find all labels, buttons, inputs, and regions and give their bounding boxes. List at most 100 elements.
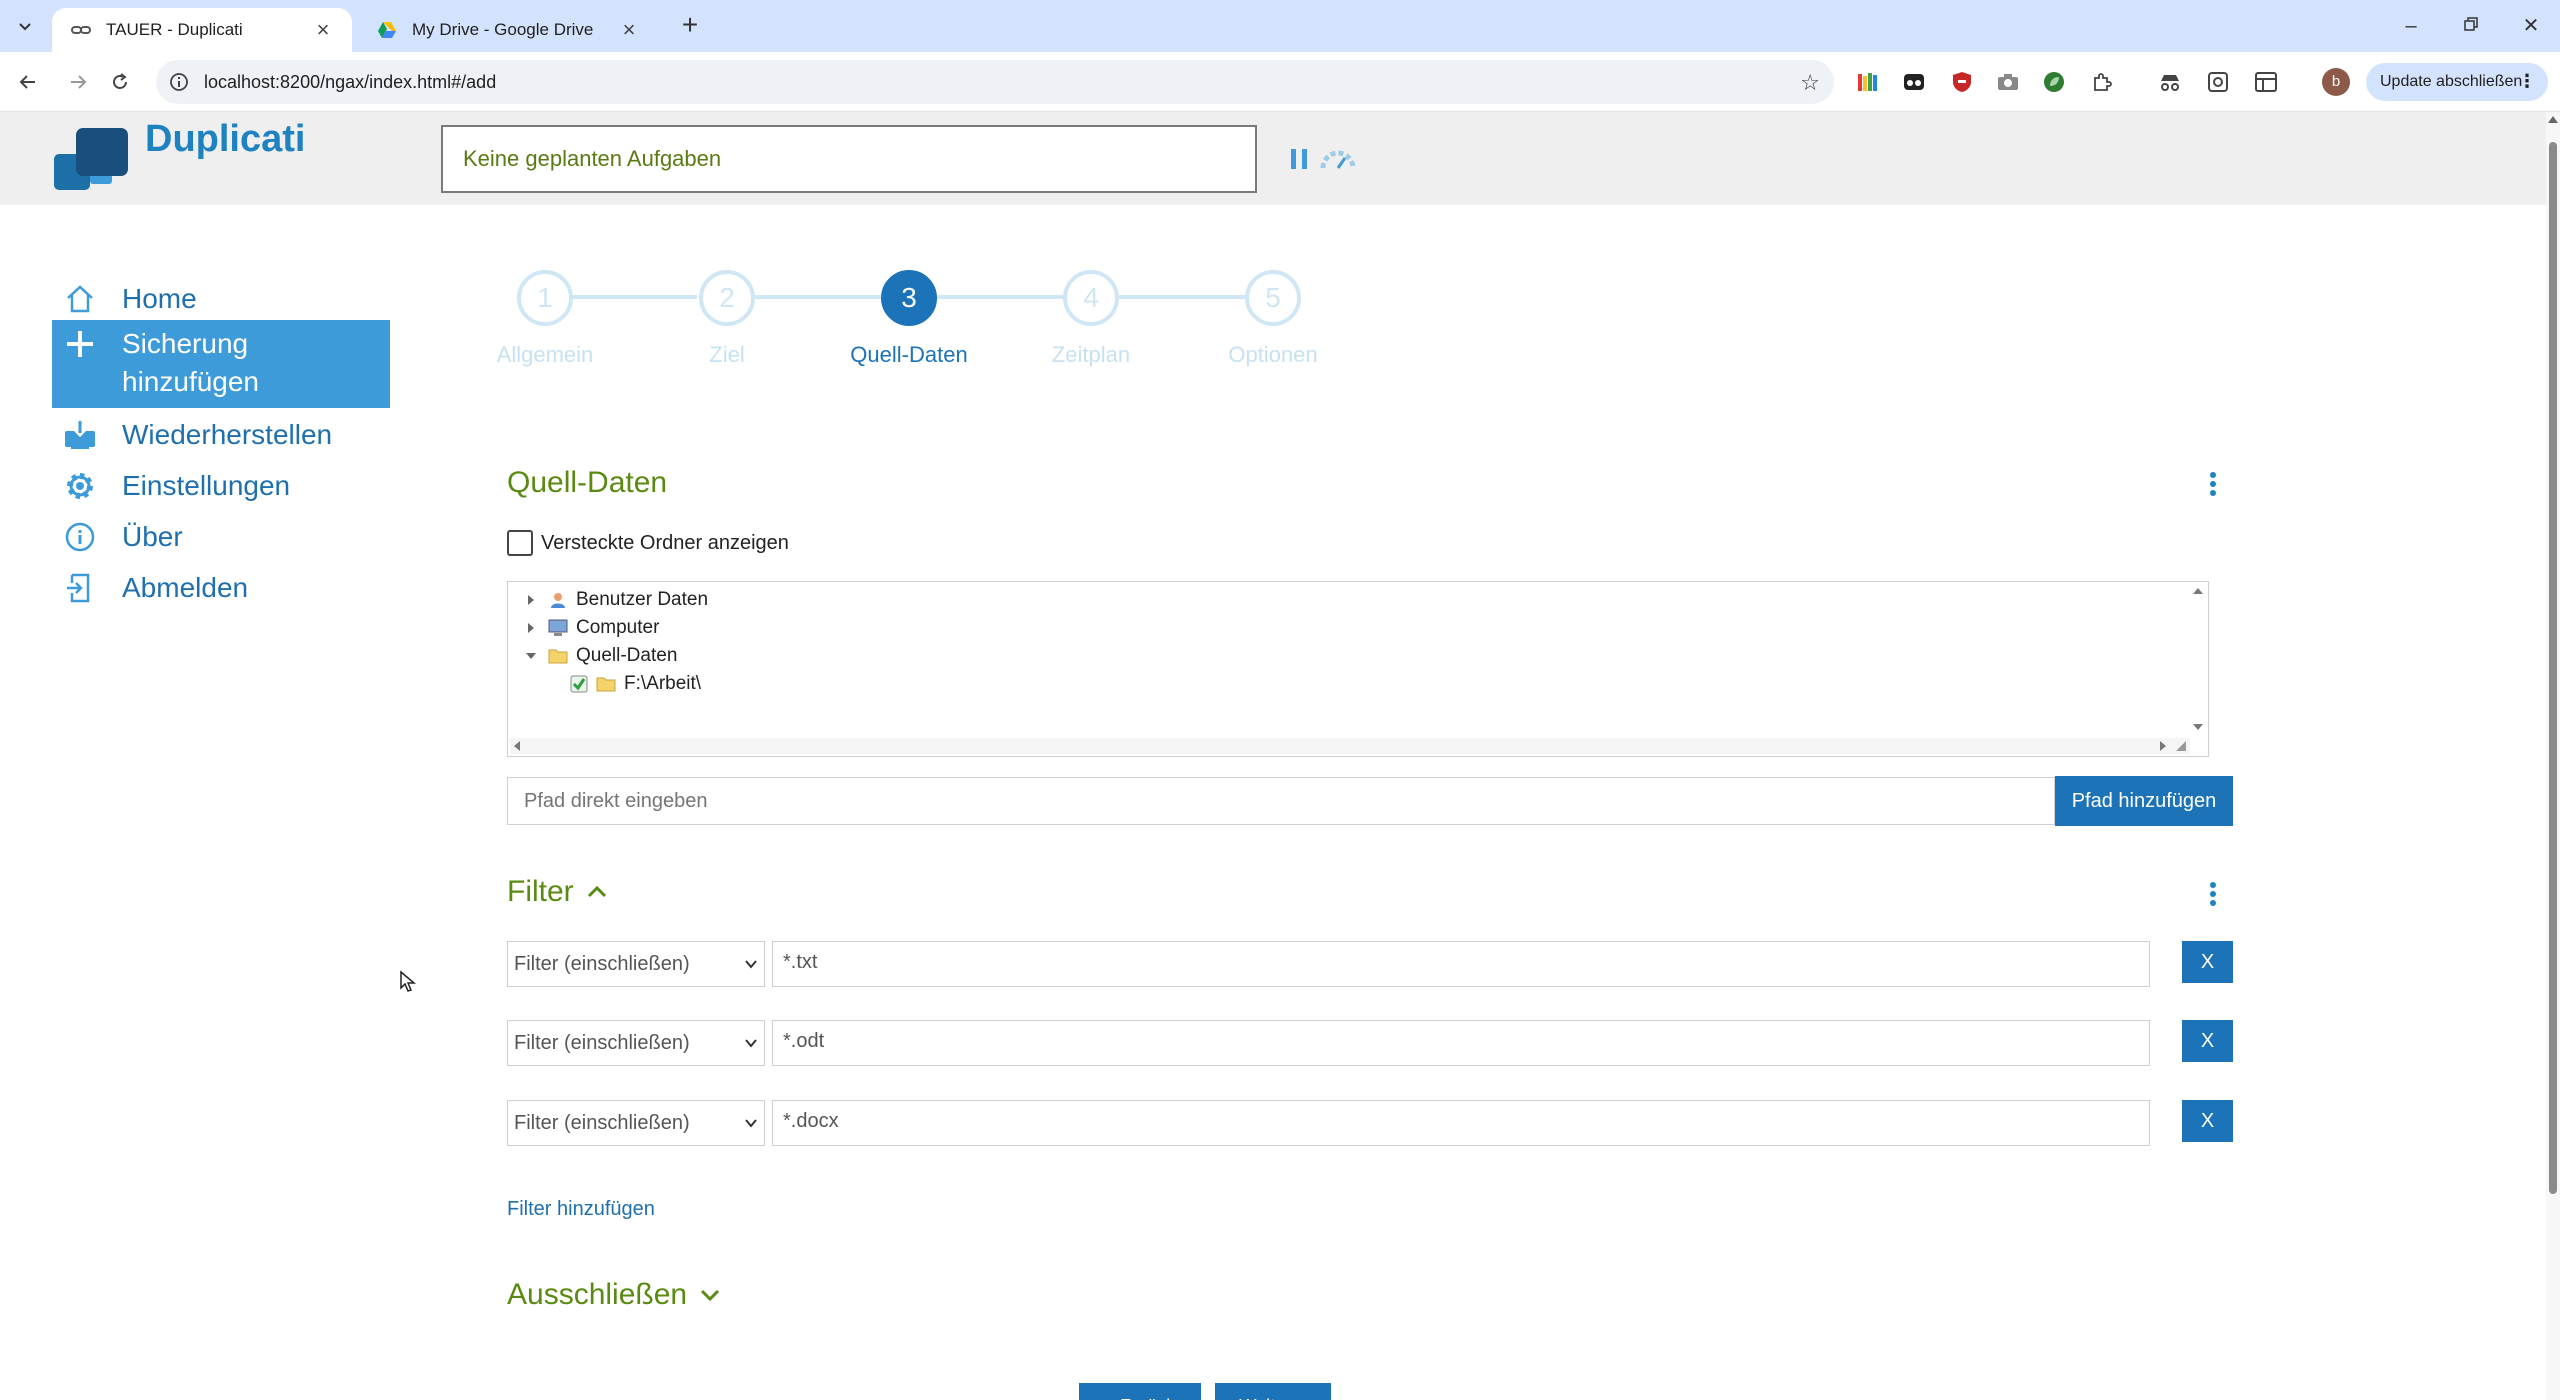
tree-horizontal-scrollbar[interactable]: [510, 738, 2190, 754]
filter-type-select[interactable]: Filter (einschließen): [507, 1100, 765, 1146]
path-input[interactable]: [507, 777, 2055, 825]
sidebar-item-settings[interactable]: Einstellungen: [52, 462, 390, 512]
add-path-button[interactable]: Pfad hinzufügen: [2055, 776, 2233, 826]
step-1-label[interactable]: Allgemein: [455, 342, 635, 368]
address-bar[interactable]: localhost:8200/ngax/index.html#/add ☆: [156, 60, 1834, 104]
tree-node-computer[interactable]: Computer: [524, 615, 659, 641]
bookmark-star-icon[interactable]: ☆: [1800, 70, 1820, 96]
pause-icon[interactable]: [1290, 148, 1308, 170]
step-3-label[interactable]: Quell-Daten: [819, 342, 999, 368]
sidebar-item-label: Sicherung hinzufügen: [122, 328, 260, 397]
next-step-button[interactable]: Weiter >: [1215, 1383, 1331, 1400]
expand-arrow-icon[interactable]: [524, 593, 538, 607]
filter-value-input[interactable]: *.odt: [772, 1020, 2150, 1066]
close-window-button[interactable]: ✕: [2516, 12, 2546, 40]
page-scrollbar[interactable]: [2546, 112, 2560, 1400]
add-filter-link[interactable]: Filter hinzufügen: [507, 1198, 655, 1221]
tree-vertical-scrollbar[interactable]: [2190, 584, 2206, 734]
duplicati-logo-icon[interactable]: [52, 124, 132, 194]
incognito-icon[interactable]: [2158, 70, 2182, 94]
back-step-button[interactable]: < Zurück: [1079, 1383, 1201, 1400]
exclude-toggle[interactable]: Ausschließen: [507, 1278, 721, 1312]
sidebar-item-add-backup[interactable]: Sicherung hinzufügen: [52, 320, 390, 408]
more-vertical-icon: [2210, 472, 2216, 478]
step-3-circle[interactable]: 3: [881, 270, 937, 326]
puzzle-extensions-icon[interactable]: [2090, 70, 2114, 94]
books-extension-icon[interactable]: [1856, 70, 1880, 94]
filter-type-value: Filter (einschließen): [514, 1032, 690, 1054]
glasses-extension-icon[interactable]: [1902, 70, 1926, 94]
sidebar-item-logout[interactable]: Abmelden: [52, 564, 390, 614]
reload-button[interactable]: [104, 66, 136, 98]
filter-toggle[interactable]: Filter: [507, 875, 608, 909]
screenshot-icon[interactable]: [2206, 70, 2230, 94]
update-button[interactable]: Update abschließen ⋮: [2366, 63, 2548, 101]
sidebar-item-about[interactable]: Über: [52, 513, 390, 563]
sidebar-item-home[interactable]: Home: [52, 275, 390, 325]
close-icon[interactable]: ×: [312, 19, 334, 41]
sidebar-item-label: Über: [122, 521, 183, 552]
scrollbar-thumb[interactable]: [2549, 142, 2557, 1194]
tab-duplicati[interactable]: TAUER - Duplicati ×: [52, 8, 352, 52]
step-5-circle[interactable]: 5: [1245, 270, 1301, 326]
checked-checkbox-icon[interactable]: [570, 675, 588, 693]
forward-button[interactable]: [62, 66, 94, 98]
filter-type-select[interactable]: Filter (einschließen): [507, 1020, 765, 1066]
filter-value-input[interactable]: *.txt: [772, 941, 2150, 987]
leaf-extension-icon[interactable]: [2042, 70, 2066, 94]
minimize-button[interactable]: –: [2396, 12, 2426, 40]
close-icon[interactable]: ×: [618, 19, 640, 41]
step-2-label[interactable]: Ziel: [637, 342, 817, 368]
tree-node-arbeit[interactable]: F:\Arbeit\: [570, 671, 701, 697]
shield-extension-icon[interactable]: [1950, 70, 1974, 94]
step-2-circle[interactable]: 2: [699, 270, 755, 326]
collapse-arrow-icon[interactable]: [524, 649, 538, 663]
tree-node-label: Quell-Daten: [576, 645, 678, 666]
info-icon[interactable]: [168, 71, 190, 93]
tab-title: TAUER - Duplicati: [106, 20, 243, 39]
kebab-dot: [2210, 481, 2216, 487]
computer-icon: [548, 619, 568, 637]
tree-node-user-data[interactable]: Benutzer Daten: [524, 587, 708, 613]
restore-button[interactable]: [2456, 12, 2486, 40]
expand-arrow-icon[interactable]: [524, 621, 538, 635]
scroll-up-arrow-icon[interactable]: [2548, 116, 2558, 123]
tab-google-drive[interactable]: My Drive - Google Drive ×: [358, 8, 658, 52]
remove-filter-button[interactable]: X: [2182, 1020, 2233, 1062]
sidebar-item-label: Einstellungen: [122, 470, 291, 501]
tab-search-button[interactable]: [12, 14, 38, 40]
camera-extension-icon[interactable]: [1996, 70, 2020, 94]
remove-filter-button[interactable]: X: [2182, 1100, 2233, 1142]
side-panel-icon[interactable]: [2254, 70, 2278, 94]
filter-type-select[interactable]: Filter (einschließen): [507, 941, 765, 987]
folder-icon: [596, 675, 616, 693]
browser-tab-bar: TAUER - Duplicati × My Drive - Google Dr…: [0, 0, 2560, 52]
step-1-circle[interactable]: 1: [517, 270, 573, 326]
filter-type-value: Filter (einschließen): [514, 953, 690, 975]
tree-node-source-data[interactable]: Quell-Daten: [524, 643, 677, 669]
show-hidden-folders[interactable]: Versteckte Ordner anzeigen: [507, 530, 789, 556]
step-4-label[interactable]: Zeitplan: [1001, 342, 1181, 368]
arrow-right-icon: [71, 75, 87, 89]
step-5-label[interactable]: Optionen: [1183, 342, 1363, 368]
sidebar-item-restore[interactable]: Wiederherstellen: [52, 411, 390, 461]
chevron-down-icon: [19, 23, 31, 31]
filter-options-menu[interactable]: [2208, 882, 2218, 908]
step-4-circle[interactable]: 4: [1063, 270, 1119, 326]
back-button[interactable]: [12, 66, 44, 98]
profile-avatar[interactable]: b: [2322, 68, 2350, 96]
step-connector: [937, 295, 1063, 299]
throttle-gauge-icon[interactable]: [1320, 146, 1356, 172]
step-connector: [755, 295, 881, 299]
filter-value-input[interactable]: *.docx: [772, 1100, 2150, 1146]
tree-node-label: Computer: [576, 617, 660, 638]
new-tab-button[interactable]: +: [676, 11, 704, 40]
info-icon: [62, 519, 98, 555]
remove-filter-button[interactable]: X: [2182, 941, 2233, 983]
source-options-menu[interactable]: [2208, 472, 2218, 498]
logout-icon: [62, 570, 98, 606]
show-hidden-checkbox[interactable]: [507, 530, 533, 556]
tree-node-label: Benutzer Daten: [576, 589, 709, 610]
app-name[interactable]: Duplicati: [145, 118, 305, 161]
folder-tree[interactable]: Benutzer Daten Computer Quell-Daten F:\A…: [507, 581, 2209, 757]
